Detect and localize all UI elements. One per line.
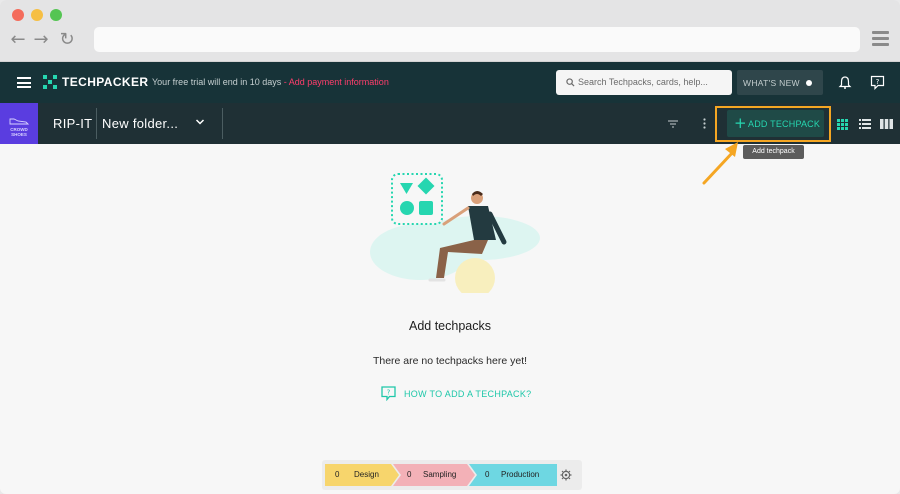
stage-count: 0 xyxy=(407,470,412,479)
divider xyxy=(222,108,223,139)
brand-line-2: SHOES xyxy=(11,132,27,137)
stage-design[interactable]: 0 Design xyxy=(325,464,399,486)
stage-count: 0 xyxy=(485,470,490,479)
trial-notice: Your free trial will end in 10 days - Ad… xyxy=(152,77,389,87)
back-arrow-icon[interactable]: ← xyxy=(9,30,27,50)
search-box[interactable]: Search Techpacks, cards, help... xyxy=(556,70,732,95)
bell-icon[interactable] xyxy=(838,75,852,90)
browser-menu-icon[interactable] xyxy=(872,31,889,46)
help-chat-icon[interactable]: ? xyxy=(870,75,885,90)
empty-state-subtitle: There are no techpacks here yet! xyxy=(372,355,528,367)
grid-view-icon[interactable] xyxy=(837,119,848,130)
empty-state-title: Add techpacks xyxy=(409,319,491,333)
stage-name: Sampling xyxy=(423,470,457,479)
board-view-icon[interactable] xyxy=(880,119,893,129)
folder-selector-label[interactable]: New folder... xyxy=(102,116,178,131)
list-view-icon[interactable] xyxy=(859,119,871,129)
stage-production[interactable]: 0 Production xyxy=(474,464,557,486)
search-icon xyxy=(566,78,575,87)
stage-name: Design xyxy=(354,470,379,479)
how-to-label: HOW TO ADD A TECHPACK? xyxy=(404,389,532,399)
brand-logo-tile[interactable]: CROWD SHOES xyxy=(0,103,38,144)
how-to-add-techpack-link[interactable]: ? HOW TO ADD A TECHPACK? xyxy=(381,384,531,402)
help-bubble-icon: ? xyxy=(381,386,396,401)
divider xyxy=(96,108,97,139)
reload-icon[interactable]: ↻ xyxy=(58,30,76,50)
gear-icon[interactable] xyxy=(560,469,572,481)
chevron-down-icon[interactable] xyxy=(195,118,205,126)
trial-text: Your free trial will end in 10 days xyxy=(152,77,282,87)
browser-chrome: ← → ↻ xyxy=(0,0,900,62)
forward-arrow-icon[interactable]: → xyxy=(32,30,50,50)
project-name[interactable]: RIP-IT xyxy=(53,116,92,131)
shoe-icon xyxy=(9,118,29,125)
svg-text:?: ? xyxy=(387,389,391,397)
whats-new-label: WHAT'S NEW xyxy=(743,78,800,88)
hamburger-menu-icon[interactable] xyxy=(17,77,31,88)
address-bar[interactable] xyxy=(94,27,860,52)
add-payment-link[interactable]: Add payment information xyxy=(289,77,389,87)
browser-window: ← → ↻ TECHPACKER Your free trial will en… xyxy=(0,0,900,494)
notification-dot-icon xyxy=(806,80,812,86)
more-options-icon[interactable] xyxy=(703,118,706,129)
whats-new-button[interactable]: WHAT'S NEW xyxy=(737,70,823,95)
search-placeholder: Search Techpacks, cards, help... xyxy=(578,77,708,87)
svg-text:?: ? xyxy=(876,78,880,86)
stage-count: 0 xyxy=(335,470,340,479)
empty-state-illustration xyxy=(370,173,540,293)
stage-pipeline: 0 Design 0 Sampling 0 Production xyxy=(322,460,582,490)
stage-sampling[interactable]: 0 Sampling xyxy=(396,464,472,486)
trial-separator: - xyxy=(281,77,289,87)
techpacker-logo-icon xyxy=(43,75,57,89)
app-header: TECHPACKER Your free trial will end in 1… xyxy=(0,62,900,103)
minimize-window-button[interactable] xyxy=(31,9,43,21)
close-window-button[interactable] xyxy=(12,9,24,21)
maximize-window-button[interactable] xyxy=(50,9,62,21)
pointer-arrow-icon xyxy=(702,142,738,185)
filter-icon[interactable] xyxy=(668,120,678,128)
app-logo-text[interactable]: TECHPACKER xyxy=(62,75,148,89)
stage-name: Production xyxy=(501,470,540,479)
brand-logo-text: CROWD SHOES xyxy=(0,127,38,137)
